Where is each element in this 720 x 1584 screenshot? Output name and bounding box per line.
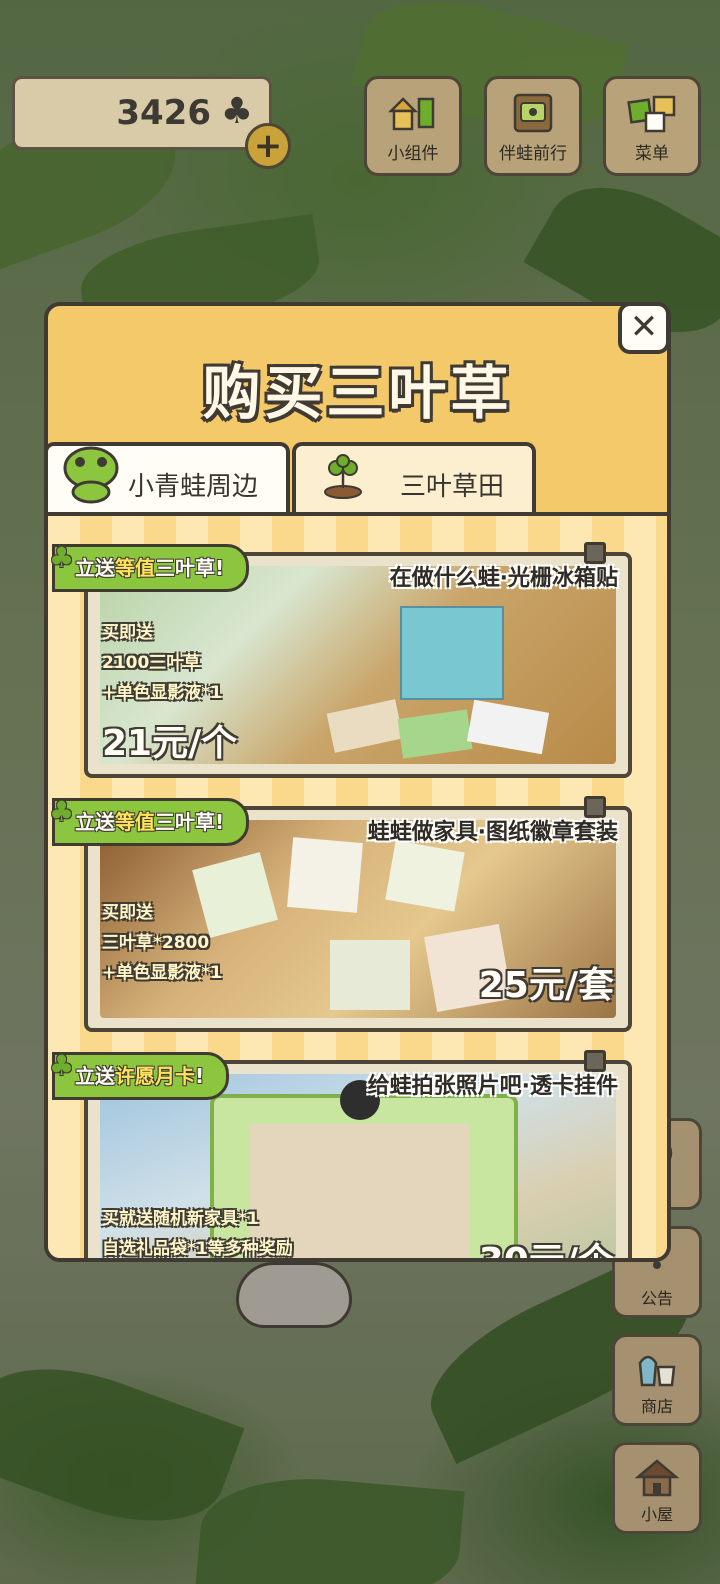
- close-button[interactable]: ✕: [618, 302, 670, 354]
- clover-icon: ♣: [49, 541, 75, 574]
- tab-clover-field-label: 三叶草田: [400, 472, 505, 502]
- ribbon-text: 立送: [75, 556, 115, 580]
- product-list[interactable]: 在做什么蛙·光栅冰箱贴 买即送 2100三叶草 +单色显影液*1 21元/个 ♣…: [48, 512, 667, 1258]
- ribbon-text: 三叶草!: [155, 556, 225, 580]
- house-icon: [634, 1459, 680, 1497]
- tab-clover-field[interactable]: 三叶草田: [292, 442, 536, 516]
- clover-count: 3426: [116, 93, 211, 133]
- product-price: 21元/个: [102, 723, 238, 764]
- promo-ribbon: ♣ 立送等值三叶草!: [49, 541, 250, 592]
- widget-button[interactable]: 小组件: [364, 76, 462, 176]
- product-title: 在做什么蛙·光栅冰箱贴: [389, 566, 618, 591]
- notice-button-label: 公告: [640, 1289, 673, 1308]
- shop-button-label: 商店: [640, 1397, 673, 1416]
- house-button-label: 小屋: [640, 1505, 673, 1524]
- clover-icon: ♣: [49, 1049, 75, 1082]
- product-title: 给蛙拍张照片吧·透卡挂件: [367, 1074, 618, 1099]
- magnet-item: [326, 699, 404, 753]
- ribbon-text: 立送: [75, 810, 115, 834]
- tab-frog-merch[interactable]: 小青蛙周边: [48, 442, 290, 516]
- promo-ribbon: ♣ 立送等值三叶草!: [49, 795, 250, 846]
- product-bonus-line: 买即送: [102, 623, 153, 643]
- frog-book-icon: [513, 93, 553, 133]
- clover-counter: 3426 ♣ +: [12, 76, 291, 169]
- tab-frog-merch-label: 小青蛙周边: [128, 472, 259, 502]
- ribbon-text: !: [195, 1064, 205, 1088]
- frog-icon: [63, 446, 119, 504]
- product-bonus-line: +单色显影液*1: [102, 963, 222, 983]
- clover-icon: ♣: [220, 91, 253, 132]
- plus-icon: +: [253, 126, 283, 166]
- product-title: 蛙蛙做家具·图纸徽章套装: [367, 820, 618, 845]
- product-photo: [100, 1074, 616, 1258]
- product-price: 25元/套: [478, 965, 614, 1006]
- magnet-item: [466, 699, 550, 755]
- dialog-title: 购买三叶草: [202, 359, 513, 427]
- magnet-item: [397, 709, 473, 759]
- badge-item: [287, 837, 363, 913]
- buy-clover-dialog: 购买三叶草 小青蛙周边 三叶草田 在做什么蛙·光栅冰箱贴 买即送 2100三叶草…: [44, 302, 671, 1262]
- product-bonus-line: 自选礼品袋*1等多种奖励: [102, 1239, 293, 1258]
- clover-icon: ♣: [49, 795, 75, 828]
- frog-journey-button-label: 伴蛙前行: [499, 144, 567, 164]
- shop-button[interactable]: 商店: [612, 1334, 702, 1426]
- ribbon-text: 三叶草!: [155, 810, 225, 834]
- widget-icon: [387, 97, 435, 131]
- product-bonus-line: 2100三叶草: [102, 653, 201, 673]
- close-icon: ✕: [629, 307, 659, 347]
- shop-icon: [638, 1355, 676, 1387]
- ribbon-highlight: 等值: [115, 810, 155, 834]
- add-clover-button[interactable]: +: [245, 123, 291, 169]
- menu-button-label: 菜单: [635, 144, 669, 164]
- ribbon-text: 立送: [75, 1064, 115, 1088]
- product-price: 30元/个: [479, 1232, 614, 1258]
- menu-icon: [627, 95, 676, 133]
- product-bonus-line: 买就送随机新家具*1: [102, 1209, 259, 1229]
- frog-journey-button[interactable]: 伴蛙前行: [484, 76, 582, 176]
- magnet-package: [400, 606, 504, 700]
- badge-item: [330, 940, 410, 1010]
- badge-item: [385, 840, 465, 912]
- menu-button[interactable]: 菜单: [603, 76, 701, 176]
- house-button[interactable]: 小屋: [612, 1442, 702, 1534]
- ribbon-highlight: 等值: [115, 556, 155, 580]
- widget-button-label: 小组件: [387, 144, 439, 164]
- product-bonus-line: +单色显影液*1: [102, 683, 222, 703]
- ribbon-highlight: 许愿月卡: [115, 1064, 195, 1088]
- product-bonus-line: 买即送: [102, 903, 153, 923]
- badge-item: [192, 852, 278, 938]
- clover-sprout-icon: [324, 454, 362, 499]
- promo-ribbon: ♣ 立送许愿月卡!: [49, 1049, 230, 1100]
- product-bonus-line: 三叶草*2800: [102, 933, 210, 953]
